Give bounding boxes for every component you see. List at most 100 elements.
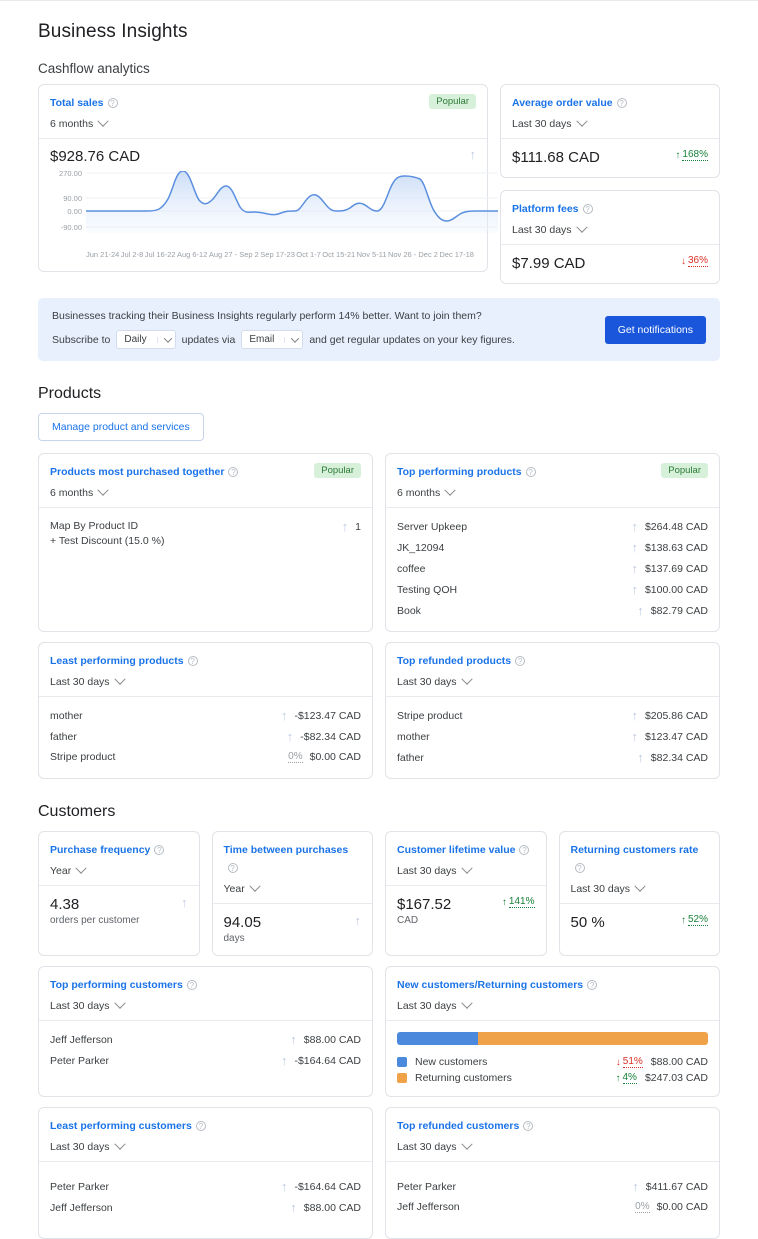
help-icon[interactable]: ? — [617, 98, 627, 108]
row-value: $82.34 CAD — [651, 752, 708, 764]
arrow-up-icon: ↑ — [631, 562, 638, 575]
get-notifications-button[interactable]: Get notifications — [605, 316, 706, 344]
banner-middle: updates via — [182, 334, 236, 346]
table-row[interactable]: mother ↑ $123.47 CAD — [397, 726, 708, 747]
help-icon[interactable]: ? — [526, 467, 536, 477]
lpp-title: Least performing products — [50, 655, 184, 667]
tpp-range-select[interactable]: 6 months — [397, 487, 454, 499]
table-row[interactable]: father ↑ -$82.34 CAD — [50, 726, 361, 747]
y-tick-1: 90.00 — [63, 194, 82, 203]
pt-item-label-2: + Test Discount (15.0 %) — [50, 535, 165, 547]
trp-range-select[interactable]: Last 30 days — [397, 676, 471, 688]
help-icon[interactable]: ? — [523, 1121, 533, 1131]
table-row[interactable]: Peter Parker ↑ -$164.64 CAD — [50, 1050, 361, 1071]
tpc-range-select[interactable]: Last 30 days — [50, 1000, 124, 1012]
lpp-header: Least performing products? Last 30 days — [39, 643, 372, 697]
lpc-range-select[interactable]: Last 30 days — [50, 1141, 124, 1153]
row-right: ↑ $411.67 CAD — [632, 1180, 708, 1193]
table-row[interactable]: father ↑ $82.34 CAD — [397, 747, 708, 768]
lpp-range-select[interactable]: Last 30 days — [50, 676, 124, 688]
help-icon[interactable]: ? — [515, 656, 525, 666]
row-right: 0% $0.00 CAD — [288, 751, 361, 763]
table-row[interactable]: Book ↑ $82.79 CAD — [397, 600, 708, 621]
range-label: Last 30 days — [512, 118, 572, 130]
tpp-list: Server Upkeep ↑ $264.48 CAD JK_12094 ↑ $… — [386, 508, 719, 631]
chevron-down-icon — [98, 116, 109, 127]
trc-range-select[interactable]: Last 30 days — [397, 1141, 471, 1153]
row-label: Peter Parker — [50, 1181, 109, 1193]
table-row[interactable]: Server Upkeep ↑ $264.48 CAD — [397, 516, 708, 537]
total-sales-header: Total sales? Popular 6 months — [39, 85, 487, 139]
tbp-body: 94.05 days ↑ — [213, 904, 373, 955]
help-icon[interactable]: ? — [196, 1121, 206, 1131]
range-label: Last 30 days — [50, 1000, 110, 1012]
row-right: ↑ $205.86 CAD — [631, 709, 708, 722]
pt-range-select[interactable]: 6 months — [50, 487, 107, 499]
table-row[interactable]: mother ↑ -$123.47 CAD — [50, 705, 361, 726]
row-right: ↑ $88.00 CAD — [290, 1033, 361, 1046]
manage-products-button[interactable]: Manage product and services — [38, 413, 204, 441]
range-label: Last 30 days — [397, 1141, 457, 1153]
chevron-down-icon — [445, 485, 456, 496]
clv-range-select[interactable]: Last 30 days — [397, 865, 471, 877]
row-right: ↑ $82.34 CAD — [637, 751, 708, 764]
rcr-value: 50 % — [571, 914, 605, 931]
help-icon[interactable]: ? — [587, 980, 597, 990]
table-row[interactable]: Stripe product 0% $0.00 CAD — [50, 747, 361, 767]
nvr-range-select[interactable]: Last 30 days — [397, 1000, 471, 1012]
table-row[interactable]: Testing QOH ↑ $100.00 CAD — [397, 579, 708, 600]
range-label: Year — [224, 883, 245, 895]
range-label: Last 30 days — [571, 883, 631, 895]
table-row[interactable]: JK_12094 ↑ $138.63 CAD — [397, 537, 708, 558]
chart-x-axis: Jun 21-24 Jul 2-8 Jul 16-22 Aug 6-12 Aug… — [50, 247, 476, 267]
row-right: ↑ $100.00 CAD — [631, 583, 708, 596]
legend-label: Returning customers — [415, 1072, 512, 1084]
table-row[interactable]: coffee ↑ $137.69 CAD — [397, 558, 708, 579]
row-delta: 0% — [288, 751, 302, 763]
table-row[interactable]: Jeff Jefferson ↑ $88.00 CAD — [50, 1197, 361, 1218]
help-icon[interactable]: ? — [188, 656, 198, 666]
clv-header: Customer lifetime value? Last 30 days — [386, 832, 546, 886]
total-sales-card-wrap: Total sales? Popular 6 months $928.76 CA… — [38, 84, 488, 272]
bar-segment-new — [397, 1032, 478, 1045]
tpp-title: Top performing products — [397, 466, 522, 478]
row-value: $264.48 CAD — [645, 521, 708, 533]
x-tick-3: Aug 6-12 — [177, 250, 207, 259]
aov-range-select[interactable]: Last 30 days — [512, 118, 586, 130]
pf-range-select[interactable]: Year — [50, 865, 85, 877]
total-sales-title: Total sales — [50, 97, 104, 109]
list-item[interactable]: Map By Product ID + Test Discount (15.0 … — [50, 516, 361, 551]
row-delta: 0% — [635, 1201, 649, 1213]
rcr-range-select[interactable]: Last 30 days — [571, 883, 645, 895]
total-sales-range-select[interactable]: 6 months — [50, 118, 107, 130]
platform-fees-range-select[interactable]: Last 30 days — [512, 224, 586, 236]
help-icon[interactable]: ? — [575, 863, 585, 873]
help-icon[interactable]: ? — [154, 845, 164, 855]
help-icon[interactable]: ? — [187, 980, 197, 990]
tbp-range-select[interactable]: Year — [224, 883, 259, 895]
row-value: $0.00 CAD — [310, 751, 361, 763]
legend-delta-value: 51% — [623, 1056, 643, 1068]
time-between-purchases-card: Time between purchases? Year 94.05 days … — [212, 831, 374, 956]
tbp-header: Time between purchases? Year — [213, 832, 373, 904]
tpc-header: Top performing customers? Last 30 days — [39, 967, 372, 1021]
cashflow-right-column: Average order value? Last 30 days $111.6… — [500, 84, 720, 284]
help-icon[interactable]: ? — [228, 863, 238, 873]
chevron-down-icon — [461, 998, 472, 1009]
table-row[interactable]: Peter Parker ↑ -$164.64 CAD — [50, 1176, 361, 1197]
help-icon[interactable]: ? — [519, 845, 529, 855]
help-icon[interactable]: ? — [583, 204, 593, 214]
arrow-up-icon: ↑ — [631, 520, 638, 533]
row-value: -$164.64 CAD — [294, 1181, 361, 1193]
channel-select[interactable]: Email — [241, 330, 303, 349]
help-icon[interactable]: ? — [228, 467, 238, 477]
table-row[interactable]: Stripe product ↑ $205.86 CAD — [397, 705, 708, 726]
frequency-select[interactable]: Daily — [116, 330, 175, 349]
table-row[interactable]: Jeff Jefferson ↑ $88.00 CAD — [50, 1029, 361, 1050]
row-delta-value: 0% — [288, 751, 302, 763]
clv-delta: ↑ 141% — [502, 896, 535, 908]
table-row[interactable]: Peter Parker ↑ $411.67 CAD — [397, 1176, 708, 1197]
help-icon[interactable]: ? — [108, 98, 118, 108]
least-performing-customers-card: Least performing customers? Last 30 days… — [38, 1107, 373, 1239]
table-row[interactable]: Jeff Jefferson 0% $0.00 CAD — [397, 1197, 708, 1217]
